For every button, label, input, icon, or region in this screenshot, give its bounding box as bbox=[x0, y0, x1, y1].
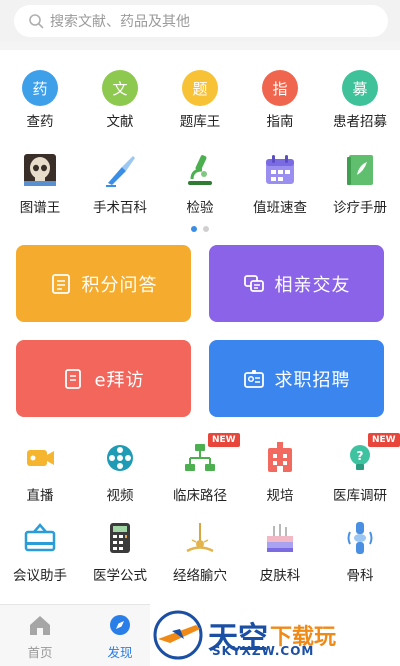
grid-item-label: 检验 bbox=[186, 200, 214, 216]
meeting-icon bbox=[24, 523, 56, 552]
grid-item-label: 文献 bbox=[106, 114, 134, 130]
handbook-icon bbox=[347, 155, 373, 185]
dating-card[interactable]: 相亲交友 bbox=[209, 245, 384, 322]
hospital-icon bbox=[268, 442, 292, 472]
grid-item-question-bank[interactable]: 题 题库王 bbox=[160, 70, 240, 130]
question-icon: 题 bbox=[182, 70, 218, 106]
calendar-icon bbox=[266, 155, 294, 184]
chat-icon bbox=[243, 274, 264, 292]
tab-home[interactable]: 首页 bbox=[0, 613, 80, 661]
section-divider bbox=[0, 42, 400, 50]
watermark-logo: 天空 下载玩 SKYXZW.COM bbox=[150, 604, 400, 666]
grid-item-label: 直播 bbox=[26, 488, 54, 504]
search-placeholder: 搜索文献、药品及其他 bbox=[50, 14, 190, 30]
grid-item-video[interactable]: 视频 bbox=[80, 440, 160, 504]
drug-icon: 药 bbox=[22, 70, 58, 106]
card-label: 求职招聘 bbox=[274, 369, 351, 391]
grid-item-label: 值班速查 bbox=[253, 200, 307, 216]
grid-item-label: 视频 bbox=[106, 488, 134, 504]
grid-item-label: 医学公式 bbox=[93, 568, 147, 584]
grid-item-label: 经络腧穴 bbox=[173, 568, 227, 584]
grid-item-duty-lookup[interactable]: 值班速查 bbox=[240, 152, 320, 216]
microscope-icon bbox=[188, 155, 212, 185]
page-indicator bbox=[0, 226, 400, 232]
grid-item-label: 题库王 bbox=[179, 114, 221, 130]
skin-icon bbox=[267, 524, 293, 552]
tab-label: 首页 bbox=[27, 645, 53, 660]
watermark-url: SKYXZW.COM bbox=[212, 644, 315, 658]
grid-item-meeting-assistant[interactable]: 会议助手 bbox=[0, 520, 80, 584]
new-badge: NEW bbox=[208, 433, 240, 447]
grid-item-clinical-pathway[interactable]: 临床路径 bbox=[160, 440, 240, 504]
grid-item-orthopedics[interactable]: 骨科 bbox=[320, 520, 400, 584]
card-label: e拜访 bbox=[94, 369, 145, 391]
grid-item-acupoints[interactable]: 经络腧穴 bbox=[160, 520, 240, 584]
calculator-icon bbox=[110, 523, 130, 553]
recruit-icon: 募 bbox=[342, 70, 378, 106]
grid-item-label: 手术百科 bbox=[93, 200, 147, 216]
document-icon bbox=[65, 368, 82, 389]
search-input[interactable]: 搜索文献、药品及其他 bbox=[14, 5, 388, 37]
card-label: 相亲交友 bbox=[274, 274, 351, 296]
acupoint-icon bbox=[186, 523, 214, 553]
tab-discover[interactable]: 发现 bbox=[80, 613, 160, 661]
e-visit-card[interactable]: e拜访 bbox=[16, 340, 191, 417]
grid-item-label: 临床路径 bbox=[173, 488, 227, 504]
grid-item-medical-formulas[interactable]: 医学公式 bbox=[80, 520, 160, 584]
grid-item-guidelines[interactable]: 指 指南 bbox=[240, 70, 320, 130]
grid-item-label: 规培 bbox=[266, 488, 294, 504]
id-card-icon bbox=[243, 369, 264, 388]
search-icon bbox=[29, 14, 44, 29]
grid-item-label: 骨科 bbox=[346, 568, 374, 584]
watermark-plane-icon bbox=[153, 610, 203, 660]
grid-item-label: 患者招募 bbox=[333, 114, 387, 130]
live-camera-icon bbox=[27, 450, 54, 466]
qa-list-icon bbox=[51, 273, 70, 294]
home-icon bbox=[30, 616, 50, 635]
literature-icon: 文 bbox=[102, 70, 138, 106]
grid-item-literature[interactable]: 文 文献 bbox=[80, 70, 160, 130]
grid-item-label: 图谱王 bbox=[19, 200, 61, 216]
grid-item-clinical-handbook[interactable]: 诊疗手册 bbox=[320, 152, 400, 216]
grid-item-residency-training[interactable]: 规培 bbox=[240, 440, 320, 504]
grid-item-label: 诊疗手册 bbox=[333, 200, 387, 216]
skull-xray-icon bbox=[24, 154, 56, 186]
page-dot-active bbox=[191, 226, 197, 232]
scalpel-icon bbox=[106, 156, 135, 187]
grid-item-label: 皮肤科 bbox=[259, 568, 301, 584]
film-reel-icon bbox=[107, 445, 133, 471]
grid-item-lab-test[interactable]: 检验 bbox=[160, 152, 240, 216]
card-label: 积分问答 bbox=[81, 274, 158, 296]
search-bar-area: 搜索文献、药品及其他 bbox=[0, 0, 400, 42]
grid-item-surgery[interactable]: 手术百科 bbox=[80, 152, 160, 216]
compass-icon bbox=[110, 615, 130, 635]
grid-item-survey[interactable]: ? 医库调研 bbox=[320, 440, 400, 504]
tab-label: 发现 bbox=[107, 645, 133, 660]
svg-text:?: ? bbox=[357, 449, 364, 463]
points-qa-card[interactable]: 积分问答 bbox=[16, 245, 191, 322]
grid-item-atlas[interactable]: 图谱王 bbox=[0, 152, 80, 216]
grid-item-live[interactable]: 直播 bbox=[0, 440, 80, 504]
job-recruit-card[interactable]: 求职招聘 bbox=[209, 340, 384, 417]
guide-icon: 指 bbox=[262, 70, 298, 106]
grid-item-drug-lookup[interactable]: 药 查药 bbox=[0, 70, 80, 130]
grid-item-patient-recruit[interactable]: 募 患者招募 bbox=[320, 70, 400, 130]
grid-item-label: 查药 bbox=[26, 114, 54, 130]
page-dot bbox=[203, 226, 209, 232]
grid-item-label: 指南 bbox=[266, 114, 294, 130]
grid-item-label: 医库调研 bbox=[333, 488, 387, 504]
grid-item-dermatology[interactable]: 皮肤科 bbox=[240, 520, 320, 584]
bone-joint-icon bbox=[347, 522, 373, 554]
new-badge: NEW bbox=[368, 433, 400, 447]
grid-item-label: 会议助手 bbox=[13, 568, 67, 584]
